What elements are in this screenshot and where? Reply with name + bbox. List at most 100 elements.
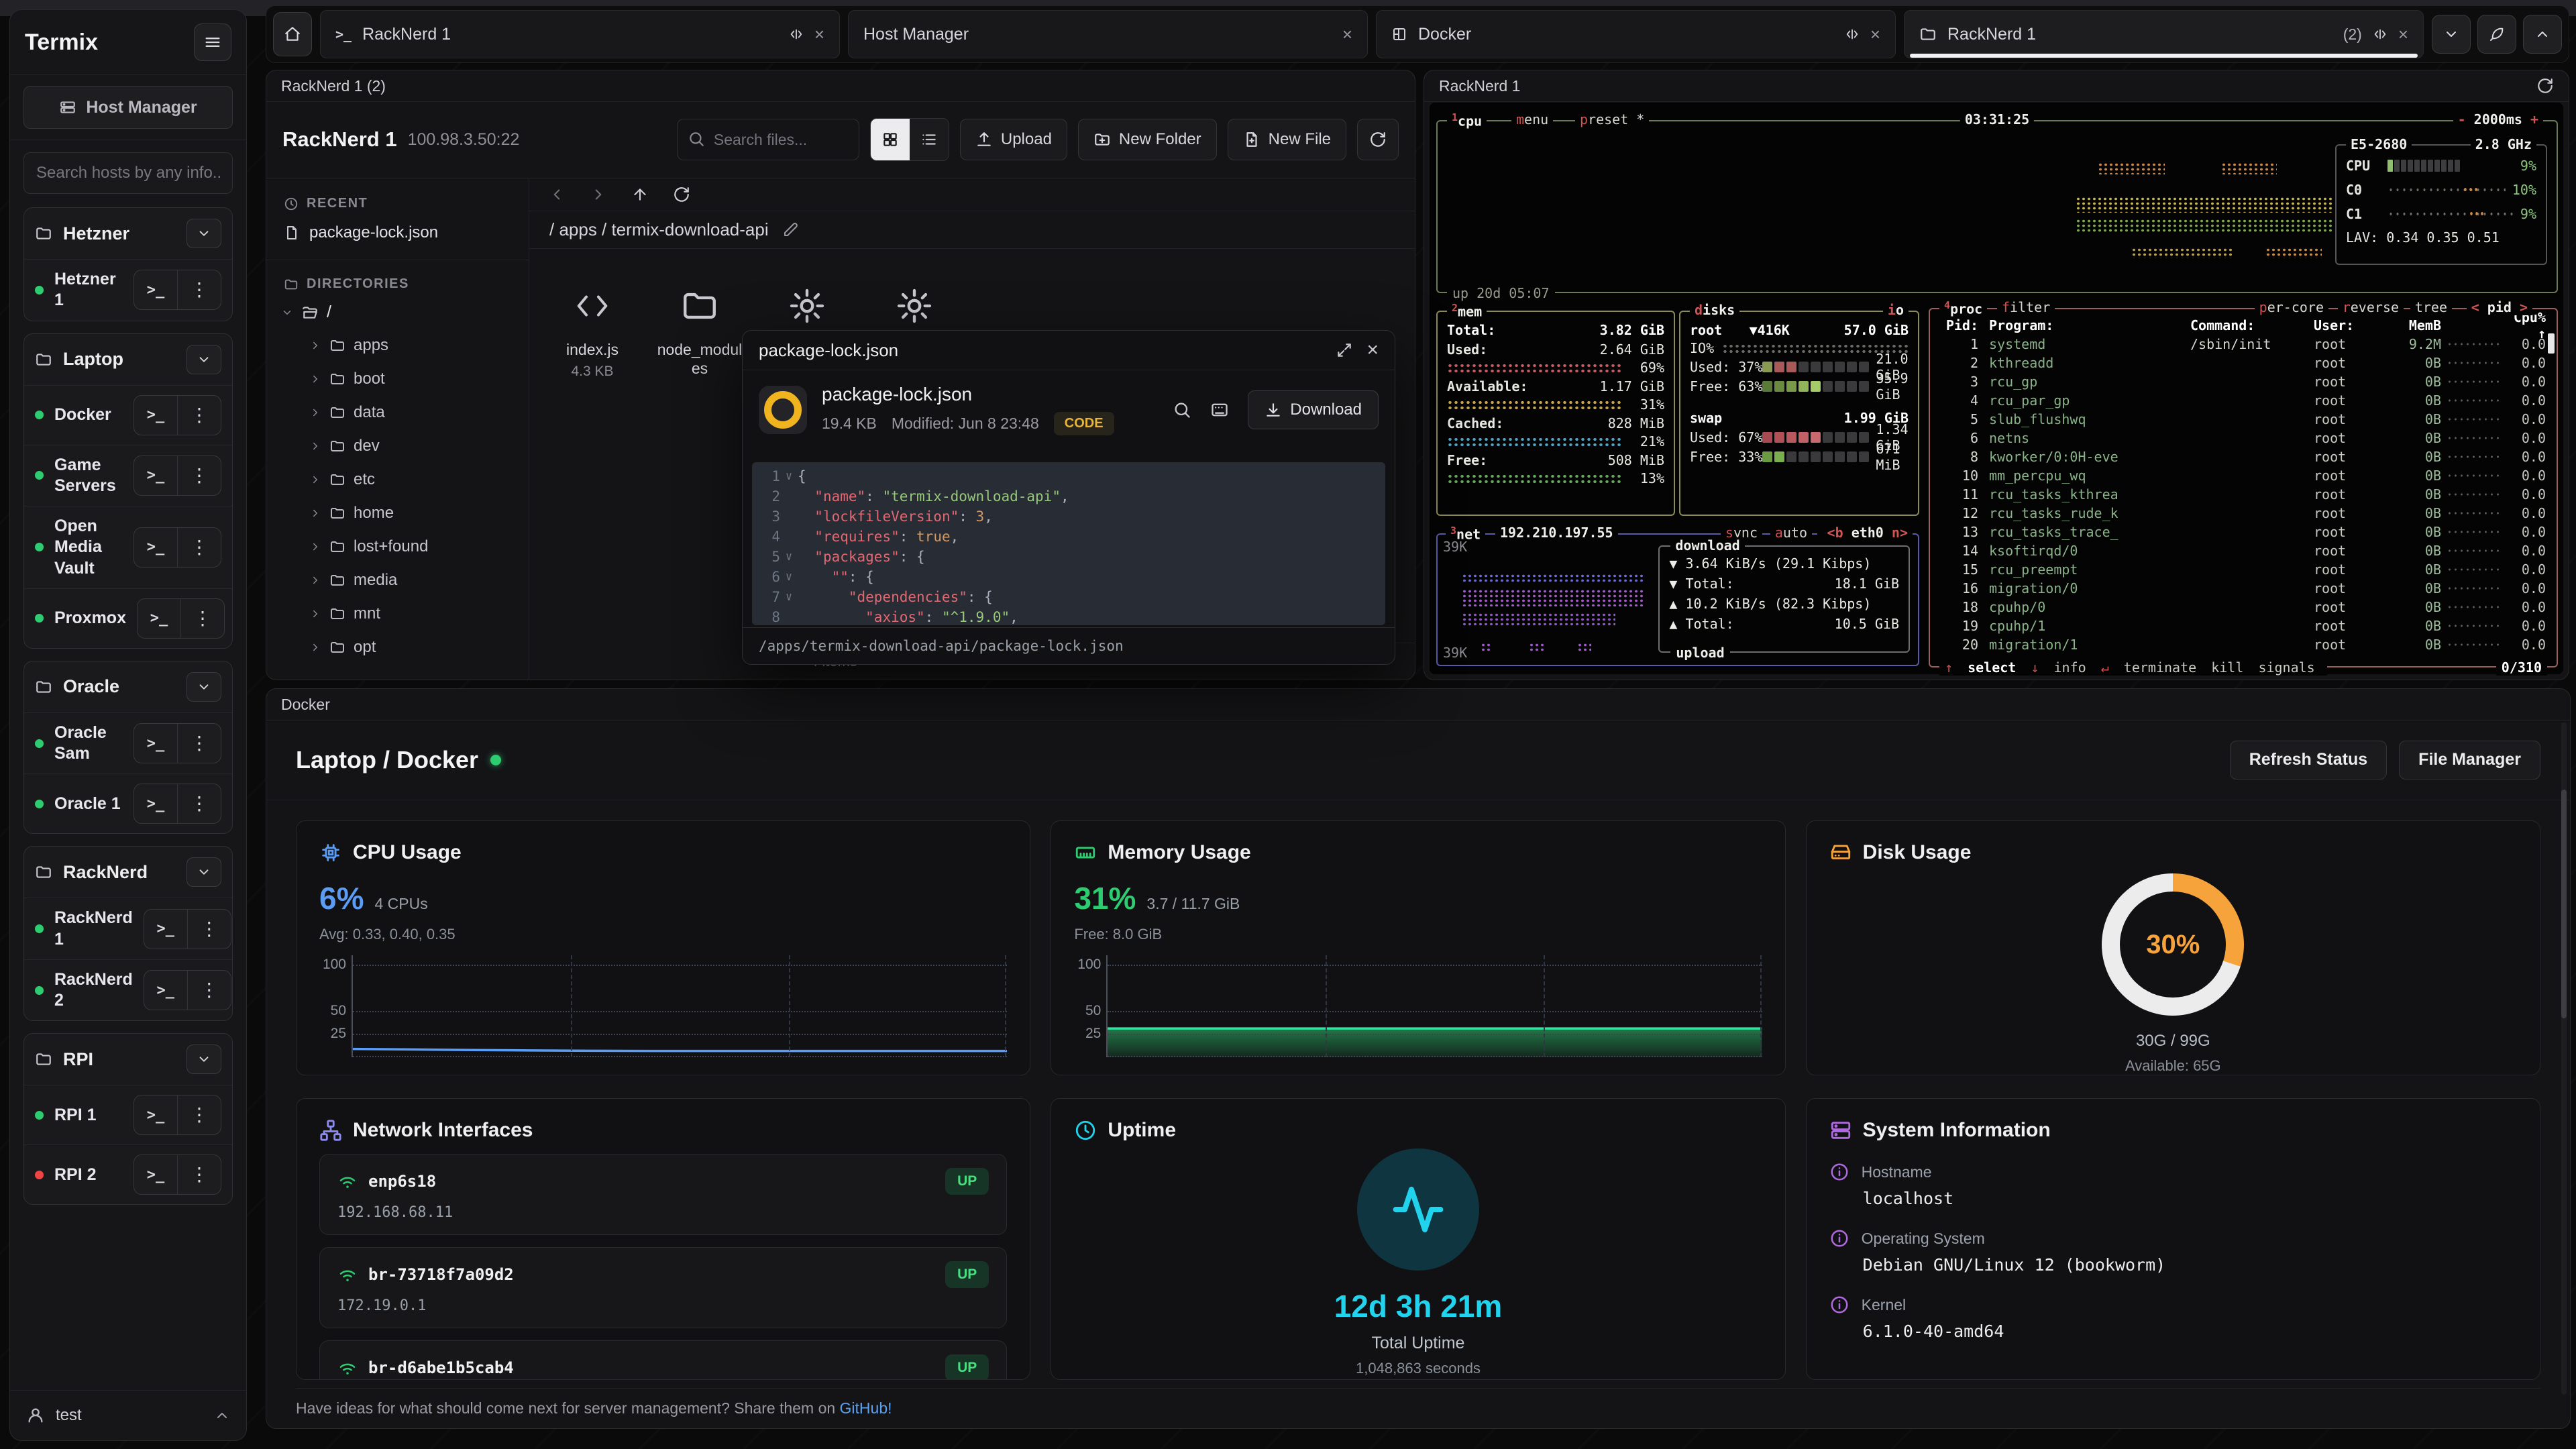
user-menu[interactable]: test bbox=[10, 1390, 246, 1440]
tab-overflow-down-button[interactable] bbox=[2432, 15, 2471, 54]
close-icon[interactable]: × bbox=[1366, 340, 1379, 360]
split-view-icon[interactable] bbox=[1845, 27, 1860, 42]
file-cell-index.js[interactable]: index.js4.3 KB bbox=[539, 258, 646, 380]
sidebar-host-row[interactable]: RPI 2>_⋮ bbox=[24, 1144, 232, 1204]
github-link[interactable]: GitHub! bbox=[840, 1399, 892, 1417]
tab-close-icon[interactable]: × bbox=[1870, 24, 1880, 45]
open-terminal-button[interactable]: >_ bbox=[134, 396, 177, 435]
tree-item-home[interactable]: home bbox=[266, 496, 529, 530]
terminal-refresh-icon[interactable] bbox=[2536, 77, 2554, 95]
sidebar-host-row[interactable]: Hetzner 1>_⋮ bbox=[24, 259, 232, 321]
tree-root-item[interactable]: / bbox=[266, 296, 529, 329]
group-collapse-button[interactable] bbox=[186, 219, 221, 248]
host-menu-button[interactable]: ⋮ bbox=[177, 784, 221, 823]
upload-button[interactable]: Upload bbox=[960, 119, 1067, 160]
search-in-file-icon[interactable] bbox=[1173, 400, 1191, 419]
docker-scrollbar[interactable] bbox=[2561, 722, 2567, 1395]
tree-item-mnt[interactable]: mnt bbox=[266, 597, 529, 631]
tab-close-icon[interactable]: × bbox=[2398, 24, 2408, 45]
open-terminal-button[interactable]: >_ bbox=[134, 528, 177, 567]
sidebar-host-row[interactable]: Oracle 1>_⋮ bbox=[24, 773, 232, 833]
open-terminal-button[interactable]: >_ bbox=[134, 724, 177, 763]
host-menu-button[interactable]: ⋮ bbox=[177, 270, 221, 309]
quick-actions-button[interactable] bbox=[2477, 15, 2516, 54]
expand-icon[interactable] bbox=[1336, 341, 1353, 359]
tree-item-boot[interactable]: boot bbox=[266, 362, 529, 396]
host-manager-button[interactable]: Host Manager bbox=[23, 86, 233, 129]
host-menu-button[interactable]: ⋮ bbox=[177, 456, 221, 495]
list-view-button[interactable] bbox=[910, 119, 949, 160]
tab-racknerd-1-0[interactable]: >_RackNerd 1× bbox=[320, 10, 840, 58]
code-view[interactable]: 1∨{2 "name": "termix-download-api",3 "lo… bbox=[752, 462, 1385, 625]
file-manager-button[interactable]: File Manager bbox=[2399, 741, 2540, 780]
tab-racknerd-1-3[interactable]: RackNerd 1(2)× bbox=[1904, 10, 2424, 58]
open-terminal-button[interactable]: >_ bbox=[134, 456, 177, 495]
tab-close-icon[interactable]: × bbox=[814, 24, 824, 45]
tab-close-icon[interactable]: × bbox=[1342, 24, 1352, 45]
host-menu-button[interactable]: ⋮ bbox=[177, 724, 221, 763]
group-collapse-button[interactable] bbox=[186, 1044, 221, 1074]
host-menu-button[interactable]: ⋮ bbox=[177, 528, 221, 567]
host-menu-button[interactable]: ⋮ bbox=[177, 396, 221, 435]
edit-path-icon[interactable] bbox=[782, 222, 798, 238]
open-terminal-button[interactable]: >_ bbox=[138, 599, 180, 638]
host-menu-button[interactable]: ⋮ bbox=[180, 599, 224, 638]
grid-view-button[interactable] bbox=[871, 119, 910, 160]
group-header[interactable]: RackNerd bbox=[24, 847, 232, 898]
open-terminal-button[interactable]: >_ bbox=[144, 910, 187, 949]
nav-refresh-icon[interactable] bbox=[673, 186, 690, 203]
tree-item-data[interactable]: data bbox=[266, 396, 529, 429]
group-header[interactable]: Laptop bbox=[24, 334, 232, 385]
sidebar-host-row[interactable]: Oracle Sam>_⋮ bbox=[24, 712, 232, 774]
open-terminal-button[interactable]: >_ bbox=[134, 270, 177, 309]
tab-host-manager-1[interactable]: Host Manager× bbox=[848, 10, 1368, 58]
terminal-screen[interactable]: 1cpu menu preset * 03:31:25 - 2000ms + E… bbox=[1430, 103, 2563, 674]
nav-back-icon[interactable] bbox=[548, 186, 566, 203]
refresh-status-button[interactable]: Refresh Status bbox=[2230, 741, 2387, 780]
host-menu-button[interactable]: ⋮ bbox=[187, 910, 231, 949]
tree-item-lost+found[interactable]: lost+found bbox=[266, 530, 529, 564]
tree-item-media[interactable]: media bbox=[266, 564, 529, 597]
nav-forward-icon[interactable] bbox=[590, 186, 607, 203]
host-menu-button[interactable]: ⋮ bbox=[187, 971, 231, 1010]
editor-icon[interactable] bbox=[1210, 400, 1229, 419]
host-menu-button[interactable]: ⋮ bbox=[177, 1155, 221, 1194]
group-header[interactable]: Hetzner bbox=[24, 208, 232, 259]
open-terminal-button[interactable]: >_ bbox=[134, 1155, 177, 1194]
group-collapse-button[interactable] bbox=[186, 345, 221, 374]
host-search-input[interactable] bbox=[23, 152, 233, 194]
sidebar-host-row[interactable]: RPI 1>_⋮ bbox=[24, 1085, 232, 1144]
new-folder-button[interactable]: New Folder bbox=[1078, 119, 1217, 160]
tree-item-dev[interactable]: dev bbox=[266, 429, 529, 463]
group-header[interactable]: RPI bbox=[24, 1034, 232, 1085]
collapse-panel-button[interactable] bbox=[2523, 15, 2562, 54]
sidebar-host-row[interactable]: RackNerd 1>_⋮ bbox=[24, 898, 232, 959]
refresh-files-button[interactable] bbox=[1357, 119, 1399, 160]
tree-item-apps[interactable]: apps bbox=[266, 329, 529, 362]
tree-item-opt[interactable]: opt bbox=[266, 631, 529, 664]
group-collapse-button[interactable] bbox=[186, 857, 221, 887]
tab-docker-2[interactable]: Docker× bbox=[1376, 10, 1896, 58]
tree-item-etc[interactable]: etc bbox=[266, 463, 529, 496]
new-file-button[interactable]: New File bbox=[1228, 119, 1346, 160]
group-header[interactable]: Oracle bbox=[24, 661, 232, 712]
home-button[interactable] bbox=[273, 12, 312, 56]
host-menu-button[interactable]: ⋮ bbox=[177, 1095, 221, 1134]
sidebar-host-row[interactable]: Game Servers>_⋮ bbox=[24, 445, 232, 506]
sidebar-host-row[interactable]: RackNerd 2>_⋮ bbox=[24, 959, 232, 1021]
sidebar-host-row[interactable]: Open Media Vault>_⋮ bbox=[24, 506, 232, 588]
file-cell-node_modules[interactable]: node_modules bbox=[646, 258, 753, 380]
split-view-icon[interactable] bbox=[2373, 27, 2387, 42]
sidebar-host-row[interactable]: Proxmox>_⋮ bbox=[24, 588, 232, 648]
group-collapse-button[interactable] bbox=[186, 672, 221, 702]
recent-file-item[interactable]: package-lock.json bbox=[266, 215, 529, 250]
sidebar-menu-button[interactable] bbox=[194, 23, 231, 61]
split-view-icon[interactable] bbox=[789, 27, 804, 42]
nav-up-icon[interactable] bbox=[631, 186, 649, 203]
open-terminal-button[interactable]: >_ bbox=[134, 784, 177, 823]
sidebar-host-row[interactable]: Docker>_⋮ bbox=[24, 385, 232, 445]
download-button[interactable]: Download bbox=[1248, 390, 1379, 429]
proc-scrollbar-thumb[interactable] bbox=[2548, 333, 2555, 354]
open-terminal-button[interactable]: >_ bbox=[144, 971, 187, 1010]
open-terminal-button[interactable]: >_ bbox=[134, 1095, 177, 1134]
